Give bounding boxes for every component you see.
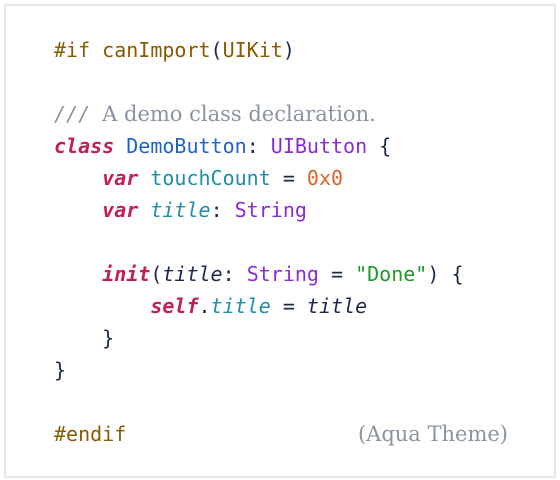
code-line-10: } xyxy=(54,322,463,354)
keyword-class: class xyxy=(54,134,115,158)
keyword-self: self xyxy=(150,294,199,318)
keyword-var: var xyxy=(102,198,139,222)
hex-literal: 0x0 xyxy=(306,166,344,190)
code-line-7-blank xyxy=(54,226,463,258)
paren-close: ) xyxy=(427,262,440,286)
brace-open: { xyxy=(379,134,392,158)
param-title: title xyxy=(162,262,223,286)
paren-close: ) xyxy=(282,38,295,62)
doc-comment-slashes: /// xyxy=(54,102,91,126)
keyword-var: var xyxy=(102,166,139,190)
directive-endif: #endif xyxy=(54,422,127,446)
string-literal: "Done" xyxy=(355,262,428,286)
type-string: String xyxy=(246,262,319,286)
code-line-2-blank xyxy=(54,66,463,98)
directive-if: #if xyxy=(54,38,91,62)
code-line-8: init(title: String = "Done") { xyxy=(54,258,463,290)
code-line-12-blank xyxy=(54,386,463,418)
code-sample-frame: #if canImport(UIKit) /// A demo class de… xyxy=(4,4,556,478)
colon: : xyxy=(246,134,259,158)
code-line-6: var title: String xyxy=(54,194,463,226)
brace-open: { xyxy=(451,262,464,286)
superclass-name: UIButton xyxy=(270,134,368,158)
prop-title: title xyxy=(210,294,271,318)
class-name: DemoButton xyxy=(126,134,247,158)
code-line-9: self.title = title xyxy=(54,290,463,322)
doc-comment-text: A demo class declaration. xyxy=(102,102,376,126)
code-line-11: } xyxy=(54,354,463,386)
value-title: title xyxy=(306,294,368,318)
dot: . xyxy=(198,294,211,318)
code-line-5: var touchCount = 0x0 xyxy=(54,162,463,194)
equals: = xyxy=(331,262,344,286)
equals: = xyxy=(282,294,295,318)
var-touchcount: touchCount xyxy=(150,166,271,190)
colon: : xyxy=(222,262,235,286)
paren-open: ( xyxy=(210,38,223,62)
equals: = xyxy=(282,166,295,190)
type-string: String xyxy=(234,198,307,222)
func-canimport: canImport xyxy=(102,38,211,62)
code-line-1: #if canImport(UIKit) xyxy=(54,34,463,66)
brace-close: } xyxy=(54,358,67,382)
code-line-4: class DemoButton: UIButton { xyxy=(54,130,463,162)
theme-label: (Aqua Theme) xyxy=(357,422,508,446)
module-uikit: UIKit xyxy=(222,38,283,62)
code-block: #if canImport(UIKit) /// A demo class de… xyxy=(54,34,463,450)
var-title: title xyxy=(150,198,211,222)
brace-close: } xyxy=(102,326,115,350)
code-line-3: /// A demo class declaration. xyxy=(54,98,463,130)
colon: : xyxy=(210,198,223,222)
keyword-init: init xyxy=(102,262,151,286)
paren-open: ( xyxy=(150,262,163,286)
